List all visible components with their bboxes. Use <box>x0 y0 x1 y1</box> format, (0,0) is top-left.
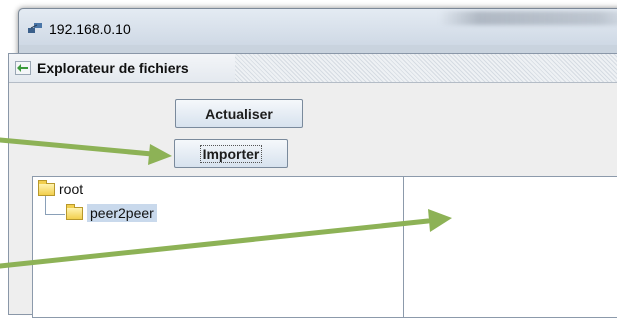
window-title-bar[interactable]: 192.168.0.10 <box>19 9 617 45</box>
file-list-panel[interactable] <box>403 176 617 318</box>
tree-node-root[interactable]: root <box>38 179 84 197</box>
file-explorer-title-bar[interactable]: Explorateur de fichiers <box>9 54 617 83</box>
window-title: 192.168.0.10 <box>49 21 131 37</box>
network-computer-icon <box>28 23 42 33</box>
refresh-button[interactable]: Actualiser <box>175 99 303 128</box>
folder-tree-panel[interactable] <box>32 176 404 318</box>
folder-icon <box>38 179 55 196</box>
folder-icon <box>66 203 83 220</box>
tree-node-root-label: root <box>59 181 84 197</box>
import-button-label: Importer <box>199 144 263 163</box>
import-button[interactable]: Importer <box>174 139 288 168</box>
tree-node-peer2peer-label: peer2peer <box>87 204 157 222</box>
back-arrow-icon[interactable] <box>15 61 31 75</box>
tree-node-peer2peer[interactable]: peer2peer <box>66 203 157 222</box>
file-explorer-title: Explorateur de fichiers <box>37 60 189 76</box>
blurred-title-region <box>439 11 617 25</box>
tree-connector-line <box>45 196 65 215</box>
